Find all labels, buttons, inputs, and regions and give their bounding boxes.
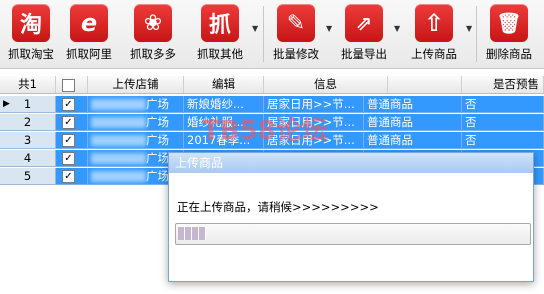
grab-other-icon: 抓 — [201, 4, 239, 42]
row-checkbox-cell[interactable]: ✓ — [56, 150, 88, 167]
row-checkbox[interactable]: ✓ — [62, 134, 75, 147]
grab-taobao-button[interactable]: 淘 抓取淘宝 — [4, 4, 58, 64]
shop-cell: 广场 — [88, 132, 184, 149]
row-checkbox-cell[interactable]: ✓ — [56, 132, 88, 149]
type-cell: 普通商品 — [364, 114, 462, 131]
row-checkbox[interactable]: ✓ — [62, 116, 75, 129]
toolbar: 淘 抓取淘宝 e 抓取阿里 ❀ 抓取多多 抓 抓取其他 ▼ ✎ 批量修改 ▼ ⇗… — [0, 0, 544, 69]
batch-export-dropdown-icon[interactable]: ▼ — [394, 24, 400, 33]
alibaba-icon: e — [70, 4, 108, 42]
table-row[interactable]: 3 ✓ 广场 2017春季... 居家日用>>节... 普通商品 否 — [0, 132, 544, 149]
row-checkbox[interactable]: ✓ — [62, 98, 75, 111]
blurred-shop-name — [91, 171, 146, 182]
delete-goods-button[interactable]: 🗑 删除商品 — [480, 4, 538, 64]
row-checkbox[interactable]: ✓ — [62, 152, 75, 165]
shop-cell: 广场 — [88, 114, 184, 131]
edit-cell[interactable]: 2017春季... — [184, 132, 264, 149]
shop-text: 广场 — [146, 133, 169, 147]
row-number: ▶ 1 — [0, 96, 56, 113]
row-checkbox-cell[interactable]: ✓ — [56, 168, 88, 185]
upload-status-message: 正在上传商品，请稍候>>>>>>>>> — [177, 200, 379, 214]
row-number: 4 — [0, 150, 56, 167]
type-cell: 普通商品 — [364, 96, 462, 113]
shop-text: 广场 — [146, 97, 169, 111]
header-type[interactable] — [388, 76, 462, 93]
blurred-shop-name — [91, 99, 146, 110]
shop-cell: 广场 — [88, 96, 184, 113]
presale-cell: 否 — [462, 114, 544, 131]
grab-other-label: 抓取其他 — [197, 47, 243, 61]
grab-other-button[interactable]: 抓 抓取其他 — [192, 4, 248, 64]
grab-taobao-label: 抓取淘宝 — [8, 47, 54, 61]
dialog-title: 上传商品 — [169, 153, 533, 173]
type-cell: 普通商品 — [364, 132, 462, 149]
upload-dropdown-icon[interactable]: ▼ — [466, 24, 472, 33]
row-number: 2 — [0, 114, 56, 131]
grab-duoduo-label: 抓取多多 — [130, 47, 176, 61]
current-row-icon: ▶ — [3, 99, 10, 109]
batch-export-button[interactable]: ⇗ 批量导出 — [334, 4, 394, 64]
row-number: 5 — [0, 168, 56, 185]
grab-ali-button[interactable]: e 抓取阿里 — [62, 4, 116, 64]
header-checkbox[interactable] — [56, 76, 88, 93]
upload-progress-fill — [178, 227, 206, 240]
presale-cell: 否 — [462, 96, 544, 113]
batch-edit-button[interactable]: ✎ 批量修改 — [268, 4, 324, 64]
row-number: 3 — [0, 132, 56, 149]
row-checkbox-cell[interactable]: ✓ — [56, 96, 88, 113]
batch-edit-label: 批量修改 — [273, 47, 319, 61]
presale-cell: 否 — [462, 132, 544, 149]
upload-icon: ⇧ — [415, 4, 453, 42]
table-row[interactable]: ▶ 1 ✓ 广场 新娘婚纱... 居家日用>>节... 普通商品 否 — [0, 96, 544, 113]
header-shop[interactable]: 上传店铺 — [88, 76, 184, 93]
upload-goods-label: 上传商品 — [411, 47, 457, 61]
info-cell: 居家日用>>节... — [264, 114, 364, 131]
row-checkbox-cell[interactable]: ✓ — [56, 114, 88, 131]
blurred-shop-name — [91, 153, 146, 164]
upload-progress-dialog: 上传商品 正在上传商品，请稍候>>>>>>>>> — [168, 152, 534, 282]
batch-edit-dropdown-icon[interactable]: ▼ — [326, 24, 332, 33]
edit-cell[interactable]: 新娘婚纱... — [184, 96, 264, 113]
info-cell: 居家日用>>节... — [264, 132, 364, 149]
blurred-shop-name — [91, 135, 146, 146]
info-cell: 居家日用>>节... — [264, 96, 364, 113]
table-row[interactable]: 2 ✓ 广场 婚纱礼服... 居家日用>>节... 普通商品 否 — [0, 114, 544, 131]
blurred-shop-name — [91, 117, 146, 128]
toolbar-separator — [263, 6, 264, 62]
header-edit[interactable]: 编辑 — [184, 76, 264, 93]
header-info[interactable]: 信息 — [264, 76, 388, 93]
shop-text: 广场 — [146, 169, 169, 183]
edit-cell[interactable]: 婚纱礼服... — [184, 114, 264, 131]
grab-duoduo-button[interactable]: ❀ 抓取多多 — [126, 4, 180, 64]
delete-goods-label: 删除商品 — [486, 47, 532, 61]
row-checkbox[interactable]: ✓ — [62, 170, 75, 183]
upload-progress-bar — [175, 223, 531, 245]
batch-export-label: 批量导出 — [341, 47, 387, 61]
header-count[interactable]: 共1 — [0, 76, 56, 93]
taobao-icon: 淘 — [12, 4, 50, 42]
row-number-text: 1 — [23, 97, 32, 111]
header-presale[interactable]: 是否预售 — [462, 76, 544, 93]
export-icon: ⇗ — [345, 4, 383, 42]
grab-ali-label: 抓取阿里 — [66, 47, 112, 61]
shop-text: 广场 — [146, 151, 169, 165]
trash-icon: 🗑 — [490, 4, 528, 42]
table-header: 共1 上传店铺 编辑 信息 是否预售 — [0, 76, 544, 94]
grab-other-dropdown-icon[interactable]: ▼ — [252, 24, 258, 33]
pinduoduo-icon: ❀ — [134, 4, 172, 42]
select-all-checkbox[interactable] — [62, 79, 75, 92]
shop-text: 广场 — [146, 115, 169, 129]
upload-goods-button[interactable]: ⇧ 上传商品 — [405, 4, 463, 64]
pencil-icon: ✎ — [277, 4, 315, 42]
toolbar-separator — [476, 6, 477, 62]
